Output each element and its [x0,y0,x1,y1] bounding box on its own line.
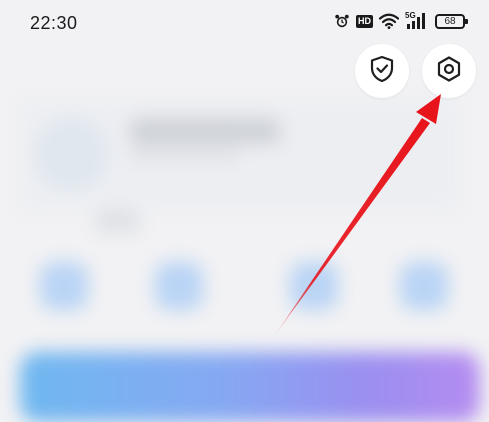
battery-indicator: 68 [435,13,468,29]
account-detail-placeholder [130,148,240,160]
shortcut-icon [400,262,448,310]
status-time: 22:30 [30,13,78,33]
promo-banner [20,352,480,422]
battery-level: 68 [444,15,456,27]
shield-check-icon [369,55,395,88]
status-bar: 22:30 HD 5G 68 [0,0,489,44]
hexagon-settings-icon [435,55,463,88]
shortcut-icon [40,262,88,310]
cellular-signal-icon: 5G [405,11,429,30]
shortcut-icon [155,262,203,310]
account-subtext-placeholder [95,210,140,232]
blurred-content [0,0,489,422]
status-icons: HD 5G 68 [334,11,468,30]
wifi-icon [379,13,399,29]
account-name-placeholder [130,118,280,144]
avatar [35,118,107,190]
hd-voice-badge: HD [356,14,373,28]
shortcut-icon [290,262,338,310]
security-button[interactable] [355,44,409,98]
settings-button[interactable] [422,44,476,98]
alarm-clock-icon [334,13,350,29]
